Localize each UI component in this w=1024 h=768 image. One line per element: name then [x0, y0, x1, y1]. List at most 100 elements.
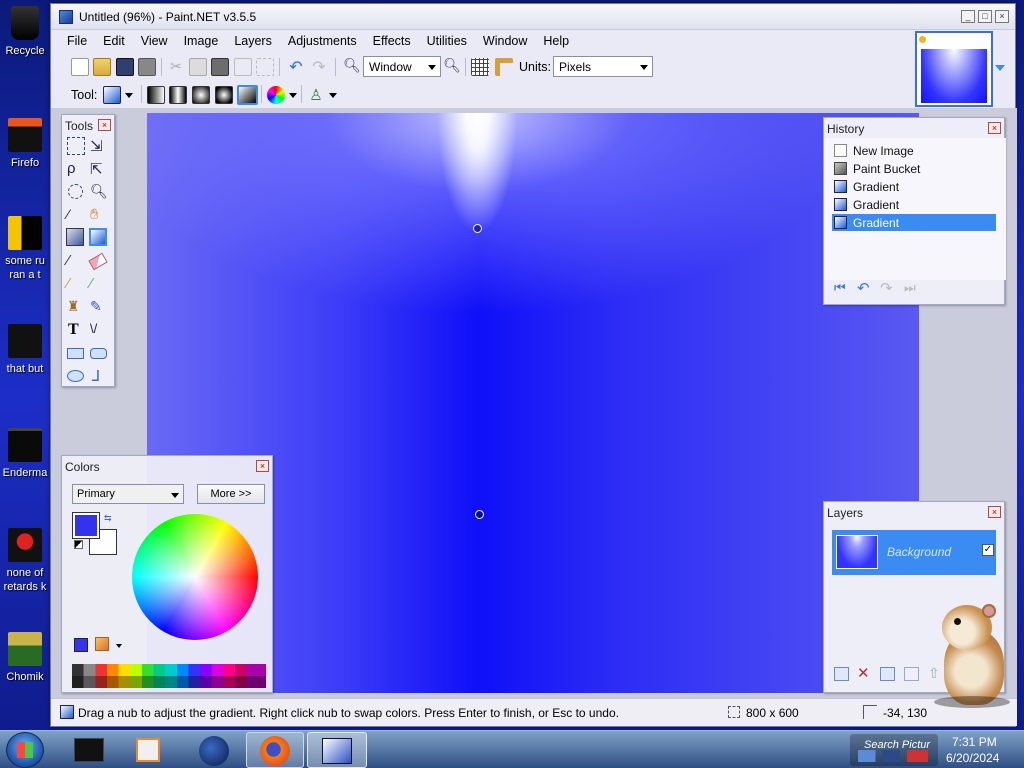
- close-icon[interactable]: ×: [256, 460, 269, 472]
- thumbnail-scroll-arrow-icon[interactable]: [995, 65, 1005, 71]
- clock-date[interactable]: 6/20/2024: [946, 751, 999, 765]
- crop-icon[interactable]: [234, 58, 252, 76]
- eraser-tool-icon[interactable]: [88, 252, 108, 271]
- swap-colors-icon[interactable]: ⇆: [104, 513, 112, 524]
- desktop-icon-firefox[interactable]: Firefo: [0, 118, 50, 170]
- grid-icon[interactable]: [471, 58, 489, 76]
- undo-icon[interactable]: ↶: [287, 57, 305, 76]
- rounded-rectangle-tool-icon[interactable]: [90, 348, 107, 359]
- pencil-tool-icon[interactable]: ⁄: [67, 275, 85, 293]
- move-selected-pixels-tool-icon[interactable]: ⇲: [90, 137, 108, 155]
- close-button[interactable]: ×: [995, 10, 1009, 23]
- magic-wand-tool-icon[interactable]: ⁄: [67, 206, 85, 224]
- layer-item-background[interactable]: Background ✓: [832, 530, 996, 575]
- clone-stamp-tool-icon[interactable]: ♜: [67, 298, 85, 316]
- current-tool-gradient-icon[interactable]: [103, 86, 121, 104]
- zoom-dropdown[interactable]: Window: [363, 56, 441, 77]
- desktop-icon-chomik[interactable]: Chomik: [0, 632, 50, 684]
- reset-colors-icon[interactable]: [74, 540, 83, 549]
- print-icon[interactable]: [138, 58, 156, 76]
- ellipse-tool-icon[interactable]: [67, 370, 84, 382]
- antialiasing-icon[interactable]: ♙: [307, 86, 325, 104]
- history-item[interactable]: Gradient: [832, 196, 996, 213]
- rectangle-select-tool-icon[interactable]: [67, 137, 85, 155]
- undo-icon[interactable]: ↶: [857, 279, 870, 297]
- history-item-selected[interactable]: Gradient: [832, 214, 996, 231]
- chevron-down-icon[interactable]: [116, 644, 122, 648]
- rewind-to-start-icon[interactable]: ⏮: [834, 280, 846, 296]
- menu-view[interactable]: View: [133, 31, 176, 53]
- delete-layer-icon[interactable]: ✕: [857, 664, 870, 682]
- zoom-in-icon[interactable]: 🔍︎: [443, 57, 461, 75]
- chevron-down-icon[interactable]: [125, 93, 133, 98]
- more-colors-button[interactable]: More >>: [197, 484, 265, 504]
- history-item[interactable]: New Image: [832, 142, 996, 159]
- merge-layer-icon[interactable]: [904, 667, 919, 681]
- layer-visibility-checkbox[interactable]: ✓: [982, 544, 994, 556]
- menu-layers[interactable]: Layers: [226, 31, 280, 53]
- zoom-out-icon[interactable]: 🔍︎: [343, 57, 361, 75]
- open-file-icon[interactable]: [93, 58, 111, 76]
- color-picker-tool-icon[interactable]: ⁄: [90, 275, 108, 293]
- taskbar-app-firefox[interactable]: [246, 732, 304, 768]
- line-curve-tool-icon[interactable]: \/: [90, 321, 108, 339]
- menu-window[interactable]: Window: [475, 31, 535, 53]
- title-bar[interactable]: Untitled (96%) - Paint.NET v3.5.5 _ □ ×: [51, 4, 1015, 30]
- new-file-icon[interactable]: [71, 58, 89, 76]
- color-mode-icon[interactable]: [267, 86, 285, 104]
- close-icon[interactable]: ×: [988, 122, 1001, 134]
- rectangle-tool-icon[interactable]: [67, 348, 84, 359]
- text-tool-icon[interactable]: T: [68, 321, 86, 339]
- chevron-down-icon[interactable]: [289, 93, 297, 98]
- move-selection-tool-icon[interactable]: ⇱: [90, 160, 108, 178]
- taskbar-app-paintnet[interactable]: [307, 732, 367, 768]
- redo-icon[interactable]: ↷: [310, 57, 328, 76]
- minimize-button[interactable]: _: [961, 10, 975, 23]
- lasso-select-tool-icon[interactable]: ρ: [67, 160, 85, 178]
- color-palette[interactable]: [72, 664, 266, 688]
- cut-icon[interactable]: ✂: [167, 58, 185, 76]
- desktop-icon-enderman[interactable]: Enderma: [0, 428, 50, 480]
- desktop-icon-that-but[interactable]: that but: [0, 324, 50, 376]
- taskbar-app-globe[interactable]: [186, 732, 242, 768]
- history-item[interactable]: Paint Bucket: [832, 160, 996, 177]
- units-dropdown[interactable]: Pixels: [553, 56, 653, 77]
- ellipse-select-tool-icon[interactable]: [68, 184, 83, 199]
- freeform-shape-tool-icon[interactable]: ᒧ: [91, 367, 109, 385]
- deselect-icon[interactable]: [256, 58, 274, 76]
- zoom-tool-icon[interactable]: 🔍︎: [90, 183, 108, 201]
- menu-adjustments[interactable]: Adjustments: [280, 31, 365, 53]
- menu-effects[interactable]: Effects: [365, 31, 419, 53]
- linear-reflected-gradient-icon[interactable]: [169, 86, 187, 104]
- palette-menu-icon[interactable]: [95, 637, 109, 651]
- menu-edit[interactable]: Edit: [95, 31, 133, 53]
- close-icon[interactable]: ×: [98, 119, 111, 131]
- history-item[interactable]: Gradient: [832, 178, 996, 195]
- pan-tool-icon[interactable]: ✋︎: [90, 206, 108, 224]
- save-icon[interactable]: [116, 58, 134, 76]
- gradient-end-nub[interactable]: [475, 510, 484, 519]
- paste-icon[interactable]: [211, 58, 229, 76]
- tray-search-pictures[interactable]: Search Pictur: [850, 734, 938, 766]
- duplicate-layer-icon[interactable]: [880, 667, 895, 681]
- menu-image[interactable]: Image: [176, 31, 227, 53]
- primary-color-swatch[interactable]: [72, 512, 100, 539]
- hamster-desktop-pet[interactable]: [924, 600, 1010, 710]
- linear-gradient-icon[interactable]: [147, 86, 165, 104]
- desktop-icon-none-of[interactable]: none of retards k: [0, 528, 50, 594]
- copy-icon[interactable]: [189, 58, 207, 76]
- add-layer-icon[interactable]: [834, 667, 849, 681]
- desktop-icon-recycle-bin[interactable]: Recycle: [0, 6, 50, 58]
- recolor-tool-icon[interactable]: ✎: [90, 298, 108, 316]
- conical-gradient-icon[interactable]: [237, 85, 258, 105]
- rulers-icon[interactable]: [495, 58, 513, 76]
- chevron-down-icon[interactable]: [329, 93, 337, 98]
- paint-bucket-tool-icon[interactable]: [66, 228, 84, 246]
- palette-icon[interactable]: [74, 638, 88, 652]
- maximize-button[interactable]: □: [978, 10, 992, 23]
- image-thumbnail[interactable]: [915, 31, 993, 107]
- paintnet-app-icon[interactable]: [59, 10, 73, 24]
- close-icon[interactable]: ×: [988, 506, 1001, 518]
- radial-gradient-icon[interactable]: [215, 86, 233, 104]
- fast-forward-to-end-icon[interactable]: ⏭: [904, 280, 916, 296]
